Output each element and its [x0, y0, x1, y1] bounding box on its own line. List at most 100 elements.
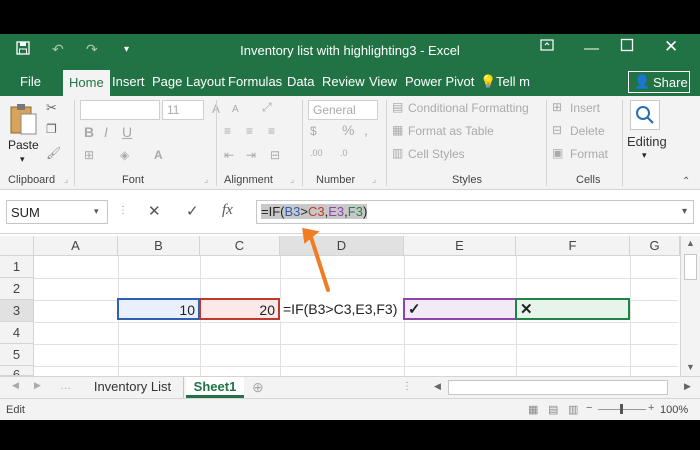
- paste-dropdown-icon[interactable]: ▾: [20, 154, 25, 165]
- comma-icon[interactable]: ,: [364, 122, 368, 138]
- horizontal-scroll-thumb[interactable]: [448, 380, 668, 395]
- scroll-up-icon[interactable]: ▲: [686, 238, 695, 248]
- column-header-a[interactable]: A: [34, 236, 118, 256]
- tab-view[interactable]: View: [369, 74, 397, 89]
- indent-icon[interactable]: ⇤: [224, 148, 234, 162]
- prev-sheet-icon[interactable]: ◀: [12, 380, 19, 391]
- sheet-tab-sheet1[interactable]: Sheet1: [186, 377, 244, 398]
- alignment-launcher-icon[interactable]: ⌟: [290, 174, 294, 185]
- bold-icon[interactable]: B: [84, 124, 94, 140]
- decrease-font-icon[interactable]: A: [232, 104, 239, 115]
- new-sheet-icon[interactable]: ⊕: [252, 379, 264, 396]
- cut-icon[interactable]: ✂: [46, 100, 57, 116]
- share-button[interactable]: 👤 Share: [628, 71, 690, 93]
- row-header-4[interactable]: 4: [0, 322, 34, 344]
- page-layout-view-icon[interactable]: ▤: [548, 403, 558, 416]
- outdent-icon[interactable]: ⇥: [246, 148, 256, 162]
- split-handle-icon[interactable]: ⋮: [402, 381, 412, 392]
- row-header-3[interactable]: 3: [0, 300, 34, 322]
- ribbon-display-icon[interactable]: [540, 38, 554, 56]
- number-launcher-icon[interactable]: ⌟: [372, 174, 376, 185]
- zoom-in-icon[interactable]: +: [648, 402, 654, 414]
- tab-file[interactable]: File: [20, 74, 41, 89]
- cancel-icon[interactable]: ✕: [148, 202, 161, 220]
- name-box[interactable]: SUM: [6, 200, 108, 224]
- delete-button[interactable]: Delete: [570, 124, 605, 138]
- normal-view-icon[interactable]: ▦: [528, 403, 538, 416]
- fill-color-icon[interactable]: ◈: [120, 148, 129, 162]
- tab-power-pivot[interactable]: Power Pivot: [405, 74, 474, 89]
- enter-icon[interactable]: ✓: [186, 202, 199, 220]
- editing-button[interactable]: Editing: [627, 134, 667, 149]
- more-sheets-icon[interactable]: …: [60, 380, 71, 392]
- borders-icon[interactable]: ⊞: [84, 148, 94, 162]
- copy-icon[interactable]: ❐: [46, 122, 57, 136]
- scroll-right-icon[interactable]: ▶: [684, 381, 691, 392]
- insert-function-icon[interactable]: fx: [222, 202, 233, 219]
- underline-icon[interactable]: U: [122, 124, 132, 140]
- column-header-e[interactable]: E: [404, 236, 516, 256]
- row-header-6[interactable]: 6: [0, 366, 34, 376]
- sheet-tab-inventory-list[interactable]: Inventory List: [82, 377, 184, 398]
- minimize-icon[interactable]: —: [584, 40, 599, 57]
- cell-f3[interactable]: ✕: [515, 298, 630, 320]
- cell-b3[interactable]: 10: [117, 298, 200, 320]
- font-name-box[interactable]: [80, 100, 160, 120]
- row-header-5[interactable]: 5: [0, 344, 34, 366]
- decrease-decimal-icon[interactable]: .0: [340, 148, 348, 158]
- zoom-level[interactable]: 100%: [660, 404, 688, 416]
- next-sheet-icon[interactable]: ▶: [34, 380, 41, 391]
- tab-page-layout[interactable]: Page Layout: [152, 74, 225, 89]
- clipboard-launcher-icon[interactable]: ⌟: [64, 174, 68, 185]
- name-box-dropdown-icon[interactable]: ▾: [94, 206, 99, 217]
- paste-icon[interactable]: [8, 102, 40, 136]
- number-format-box[interactable]: General: [308, 100, 378, 120]
- format-as-table-button[interactable]: Format as Table: [408, 124, 494, 138]
- zoom-out-icon[interactable]: −: [586, 402, 592, 414]
- search-icon[interactable]: [630, 100, 660, 130]
- align-center-icon[interactable]: ≡: [246, 124, 253, 138]
- row-header-1[interactable]: 1: [0, 256, 34, 278]
- column-header-g[interactable]: G: [630, 236, 680, 256]
- cell-d3[interactable]: =IF(B3>C3,E3,F3): [280, 299, 404, 321]
- insert-button[interactable]: Insert: [570, 101, 600, 115]
- tab-formulas[interactable]: Formulas: [228, 74, 282, 89]
- font-size-box[interactable]: 11: [162, 100, 204, 120]
- format-button[interactable]: Format: [570, 147, 608, 161]
- cell-styles-button[interactable]: Cell Styles: [408, 147, 465, 161]
- orientation-icon[interactable]: ⤢: [262, 100, 272, 115]
- column-header-c[interactable]: C: [200, 236, 280, 256]
- italic-icon[interactable]: I: [104, 124, 108, 140]
- font-launcher-icon[interactable]: ⌟: [204, 174, 208, 185]
- column-header-b[interactable]: B: [118, 236, 200, 256]
- vertical-scroll-thumb[interactable]: [684, 254, 697, 280]
- zoom-slider-thumb[interactable]: [620, 404, 623, 414]
- merge-icon[interactable]: ⊟: [270, 148, 280, 162]
- column-header-f[interactable]: F: [516, 236, 630, 256]
- maximize-icon[interactable]: [620, 38, 634, 56]
- paste-button[interactable]: Paste: [8, 138, 39, 152]
- tab-insert[interactable]: Insert: [112, 74, 145, 89]
- align-right-icon[interactable]: ≡: [268, 124, 275, 138]
- formula-input[interactable]: =IF(B3>C3,E3,F3): [256, 200, 694, 224]
- currency-icon[interactable]: $: [310, 124, 317, 138]
- scroll-left-icon[interactable]: ◀: [434, 381, 441, 392]
- tell-me-search[interactable]: Tell m: [496, 74, 530, 89]
- percent-icon[interactable]: %: [342, 122, 354, 138]
- tab-review[interactable]: Review: [322, 74, 365, 89]
- row-header-2[interactable]: 2: [0, 278, 34, 300]
- format-painter-icon[interactable]: 🖌: [46, 146, 61, 160]
- scroll-down-icon[interactable]: ▼: [686, 362, 695, 372]
- font-color-icon[interactable]: A: [154, 148, 163, 162]
- editing-dropdown-icon[interactable]: ▾: [642, 150, 647, 161]
- increase-decimal-icon[interactable]: .00: [310, 148, 323, 158]
- close-icon[interactable]: ✕: [664, 37, 678, 57]
- cell-e3[interactable]: ✓: [403, 298, 517, 320]
- select-all-corner[interactable]: [0, 236, 34, 256]
- cell-c3[interactable]: 20: [199, 298, 280, 320]
- tab-home[interactable]: Home: [63, 70, 110, 96]
- collapse-ribbon-icon[interactable]: ⌃: [682, 176, 690, 187]
- page-break-view-icon[interactable]: ▥: [568, 403, 578, 416]
- tab-data[interactable]: Data: [287, 74, 314, 89]
- conditional-formatting-button[interactable]: Conditional Formatting: [408, 101, 529, 115]
